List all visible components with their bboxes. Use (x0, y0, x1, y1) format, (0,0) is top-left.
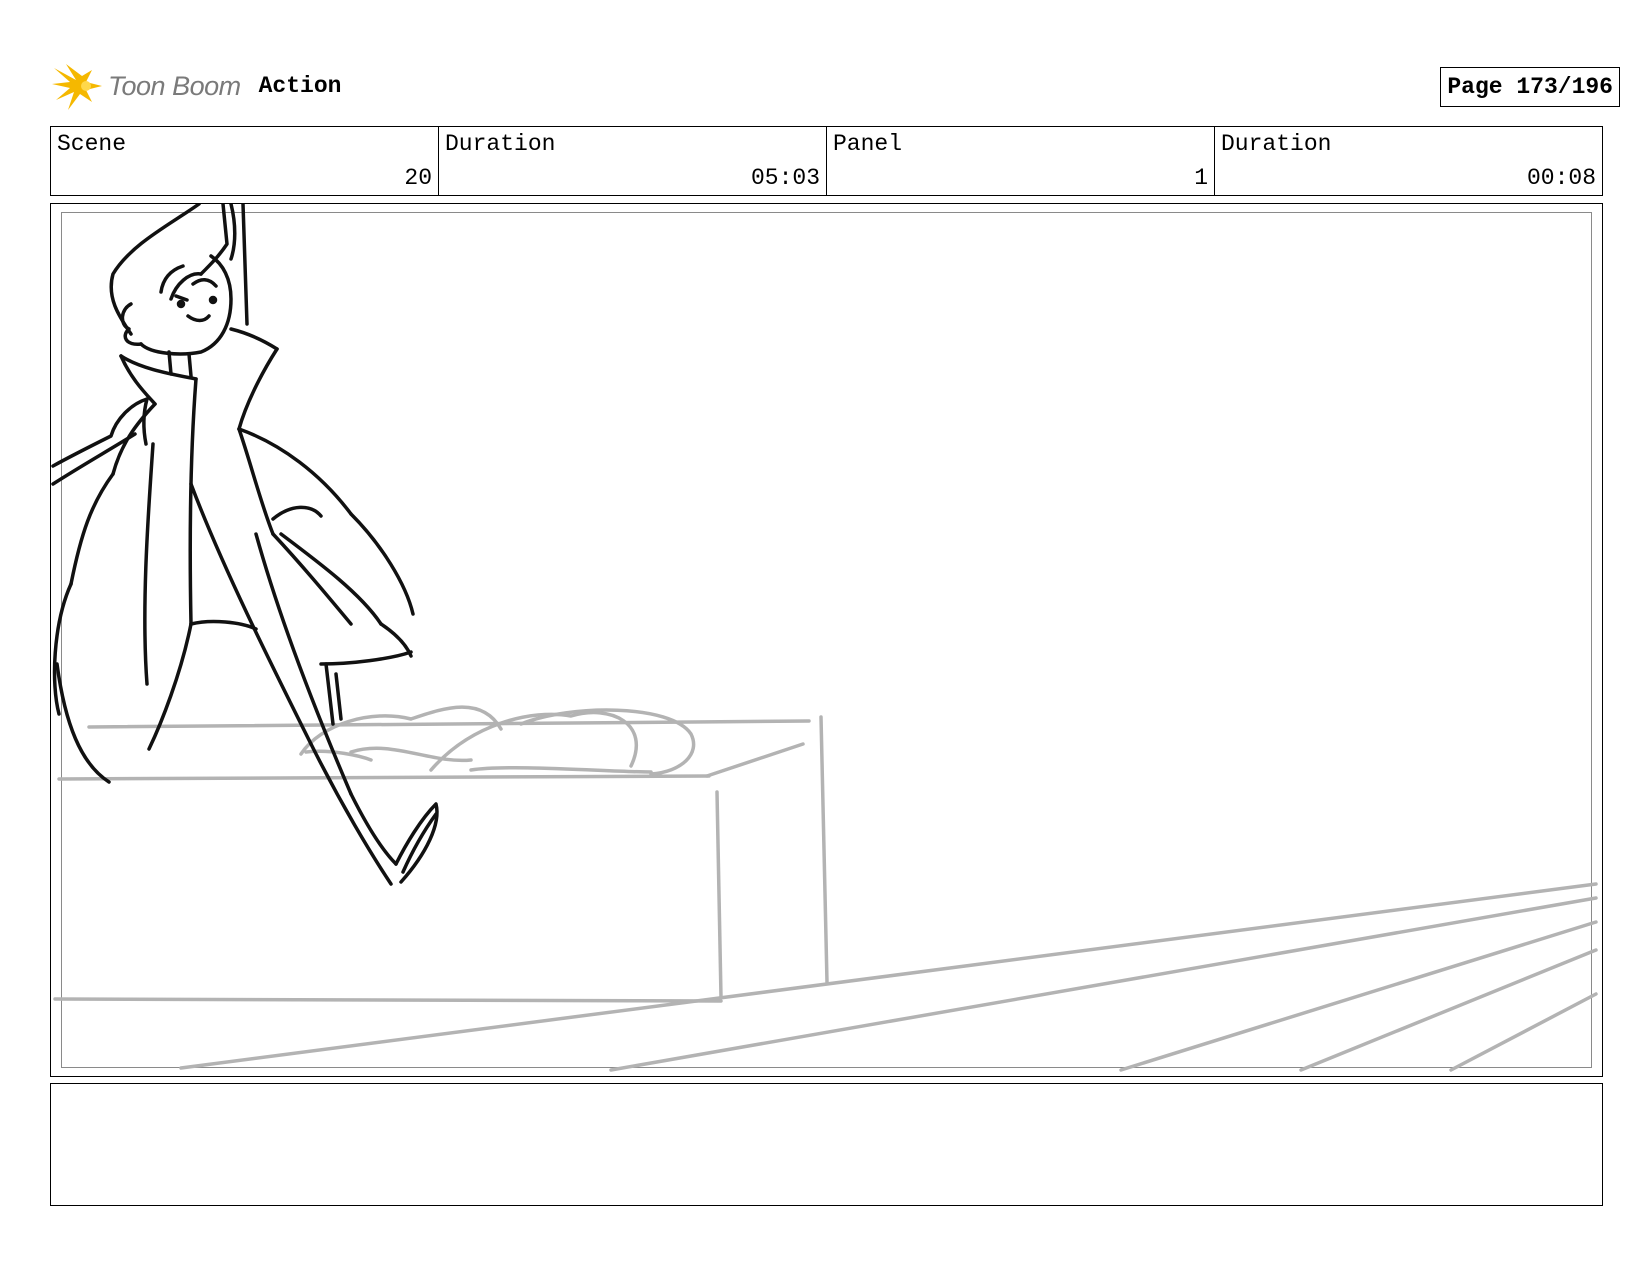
panel-cell: Panel 1 (827, 127, 1215, 195)
scene-duration-value: 05:03 (750, 165, 820, 191)
scene-duration-cell: Duration 05:03 (439, 127, 827, 195)
panel-value: 1 (1194, 165, 1208, 191)
character-sketch (51, 204, 439, 886)
product-name: Action (258, 73, 342, 99)
panel-notes-box (50, 1083, 1603, 1206)
page-number: Page 173/196 (1440, 67, 1620, 107)
scene-cell: Scene 20 (51, 127, 439, 195)
background-sketch-lines (53, 705, 1598, 1072)
scene-duration-label: Duration (445, 131, 556, 157)
panel-info-table: Scene 20 Duration 05:03 Panel 1 Duration… (50, 126, 1603, 196)
panel-duration-cell: Duration 00:08 (1215, 127, 1602, 195)
scene-label: Scene (57, 131, 127, 157)
panel-duration-value: 00:08 (1526, 165, 1596, 191)
toon-boom-logo: Toon Boom Action (52, 58, 341, 114)
logo-brand-text: Toon Boom (108, 70, 241, 101)
toon-boom-star-icon (52, 64, 102, 110)
panel-label: Panel (833, 131, 903, 157)
panel-duration-label: Duration (1221, 131, 1332, 157)
scene-value: 20 (404, 165, 432, 191)
storyboard-sketch (51, 204, 1598, 1072)
storyboard-panel (50, 203, 1603, 1077)
